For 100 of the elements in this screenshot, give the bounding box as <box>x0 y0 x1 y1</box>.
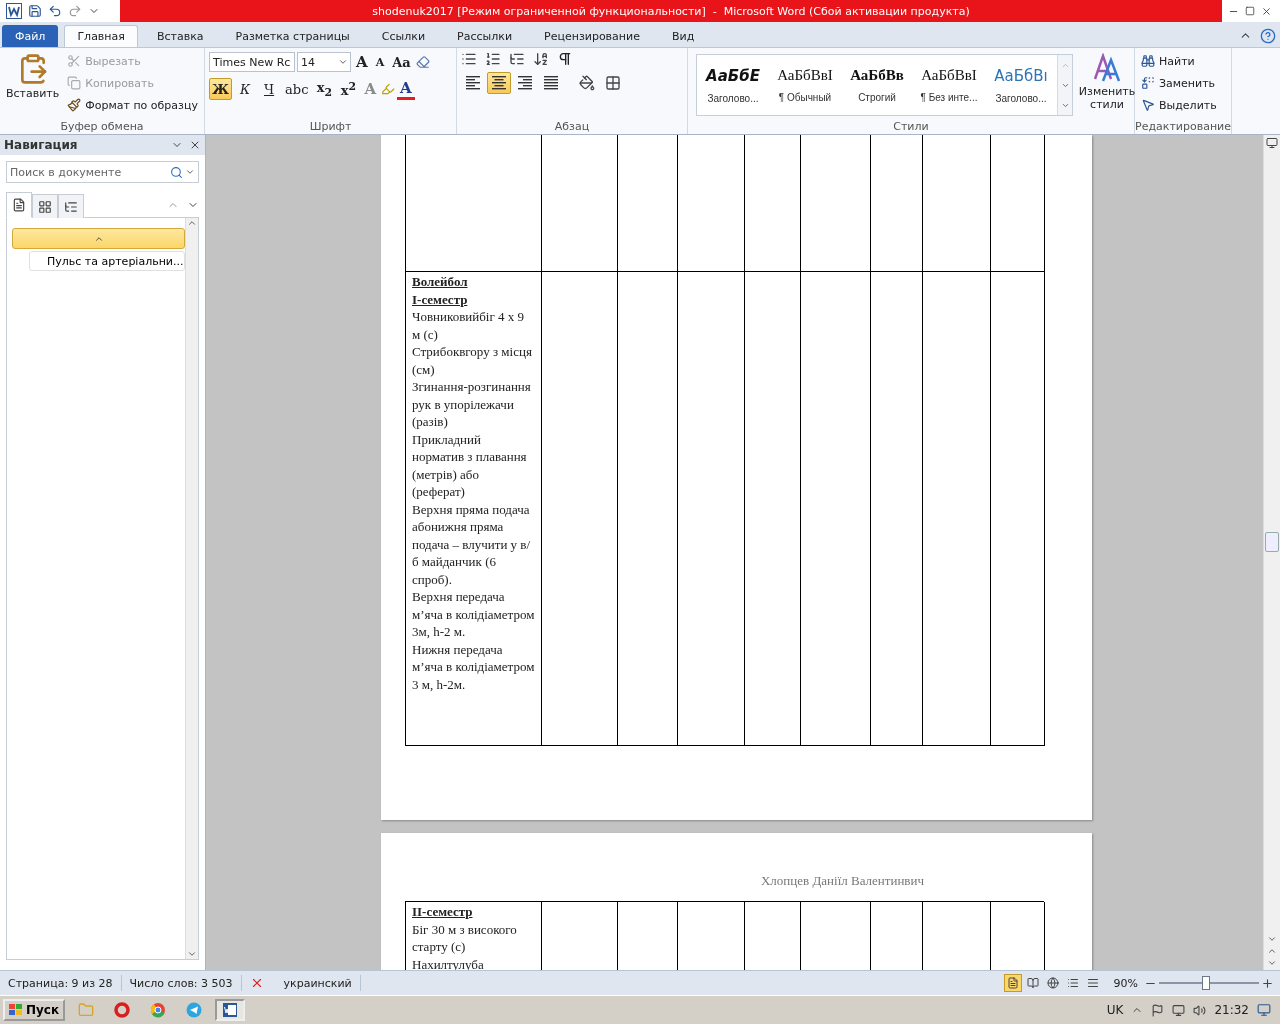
close-icon[interactable] <box>1261 5 1272 17</box>
font-name-field[interactable]: Times New Rc <box>209 52 295 72</box>
ribbon-tab[interactable]: Вид <box>658 25 708 47</box>
align-icon <box>491 76 507 90</box>
shrink-font-button[interactable]: A <box>372 51 388 73</box>
zoom-level[interactable]: 90% <box>1113 976 1138 990</box>
style-item[interactable]: АаБбЕ Заголово... <box>697 55 769 115</box>
cell-text: Волейбол <box>412 273 469 291</box>
search-input[interactable]: Поиск в документе <box>10 165 160 179</box>
document-icon <box>12 198 26 212</box>
style-item[interactable]: АаБбВвІ ¶ Без инте... <box>913 55 985 115</box>
align-icon <box>517 76 533 90</box>
align-center-button[interactable] <box>487 72 511 94</box>
taskbar-app[interactable] <box>215 999 246 1021</box>
group-label: Стили <box>893 120 929 134</box>
cell-text: І-семестр <box>412 290 469 308</box>
ribbon-tab[interactable]: Ссылки <box>368 25 439 47</box>
window-title: shodenuk2017 [Режим ограниченной функциональности] - Microsoft Word (Сбой активации продукта) <box>372 4 970 18</box>
align-icon <box>543 76 559 90</box>
font-size-field[interactable]: 14 <box>297 52 351 72</box>
numbering-icon[interactable] <box>485 51 501 67</box>
editing-button[interactable]: Выделить <box>1139 95 1219 115</box>
ribbon-tab[interactable]: Файл <box>2 25 59 47</box>
ribbon-tab[interactable]: Рассылки <box>444 25 526 47</box>
cell-text: Біг 30 м з високого старту (с) <box>412 920 518 956</box>
volume-icon[interactable] <box>1193 1003 1207 1017</box>
zoom-in-icon[interactable] <box>1261 976 1274 990</box>
bullets-icon[interactable] <box>461 51 477 67</box>
style-item[interactable]: АаБбВı Заголово... <box>985 55 1057 115</box>
save-icon[interactable] <box>28 4 42 18</box>
paintbrush-icon <box>67 98 82 112</box>
view-tab[interactable] <box>58 194 84 218</box>
scissors-icon <box>67 54 82 68</box>
ribbon-tab[interactable]: Разметка страницы <box>222 25 363 47</box>
ribbon-tab[interactable]: Рецензирование <box>531 25 653 47</box>
cell-text: Згинання-розгинання рук в упорілежачи (разів) <box>412 378 532 431</box>
font-color-button[interactable]: A <box>397 78 415 100</box>
editing-button[interactable]: Заменить <box>1139 73 1219 93</box>
letters-a-icon <box>1092 53 1122 83</box>
scroll-down-icon[interactable] <box>187 949 197 959</box>
view-button[interactable] <box>1003 974 1022 992</box>
restore-icon[interactable] <box>1245 5 1255 16</box>
ribbon-tab[interactable]: Главная <box>64 25 138 47</box>
redo-icon[interactable] <box>68 4 82 18</box>
search-field[interactable]: Поиск в документе <box>6 161 199 183</box>
format-button[interactable]: x$^{2}$ <box>337 78 360 100</box>
undo-icon[interactable] <box>48 4 62 18</box>
view-icon <box>1086 977 1099 989</box>
format-button[interactable]: Ч <box>258 78 281 100</box>
copy-icon <box>67 76 82 90</box>
language-label[interactable]: украинский <box>283 976 352 990</box>
list-icon <box>64 199 78 214</box>
desktop-icon[interactable] <box>1257 1003 1271 1017</box>
change-styles-button[interactable]: Изменить стили <box>1077 51 1137 120</box>
next-page-icon[interactable] <box>1267 958 1277 968</box>
clock[interactable]: 21:32 <box>1214 1003 1249 1017</box>
format-button[interactable]: К <box>234 78 257 100</box>
page-count[interactable]: Страница: 9 из 28 <box>0 975 122 991</box>
paint-bucket-icon[interactable] <box>579 75 595 91</box>
help-icon[interactable] <box>1260 28 1276 44</box>
format-button[interactable]: x$_{2}$ <box>313 78 336 100</box>
group-label: Буфер обмена <box>60 120 144 134</box>
align-icon <box>465 76 481 90</box>
keyboard-language[interactable]: UK <box>1106 1003 1124 1017</box>
paste-button[interactable]: Вставить <box>4 51 62 120</box>
slider-thumb[interactable] <box>1202 976 1210 990</box>
cell-text: Верхня пряма подача абонижня пряма подача – влучити у в/б майданчик (6 спроб). <box>412 500 532 588</box>
previous-page-icon[interactable] <box>1267 946 1277 956</box>
heading-item[interactable]: Пульс та артеріальни... <box>29 251 185 271</box>
eraser-icon[interactable] <box>415 55 430 69</box>
grow-font-button[interactable]: A <box>353 51 371 73</box>
ribbon-tab[interactable]: Вставка <box>143 25 217 47</box>
change-case-button[interactable]: Aa <box>389 51 414 73</box>
format-button[interactable]: Ж <box>209 78 233 100</box>
view-tab[interactable] <box>32 194 58 218</box>
flag-icon[interactable] <box>1151 1003 1165 1017</box>
cell-text: Прикладний норматив з плавання (метрів) або (реферат) <box>412 430 528 501</box>
multilevel-list-icon[interactable] <box>509 51 525 67</box>
scroll-down-icon[interactable] <box>1267 934 1277 944</box>
word-count[interactable]: Число слов: 3 503 <box>121 975 242 991</box>
start-button[interactable]: Пуск <box>3 999 66 1021</box>
editing-button[interactable]: Найти <box>1139 51 1219 71</box>
close-icon[interactable] <box>189 139 201 151</box>
borders-icon[interactable] <box>605 75 621 91</box>
style-item[interactable]: АаБбВвІ ¶ Обычный <box>769 55 841 115</box>
circle-logo-icon <box>150 1002 167 1018</box>
style-item[interactable]: АаБбВв Строгий <box>841 55 913 115</box>
paper-plane-icon <box>186 1002 203 1018</box>
cell-text: Човниковийбіг 4 х 9 м (с) <box>412 308 526 343</box>
scroll-up-icon[interactable] <box>187 218 197 228</box>
pilcrow-icon[interactable] <box>557 51 573 67</box>
view-tab[interactable] <box>6 192 32 218</box>
clipboard-action[interactable]: Формат по образцу <box>65 95 200 115</box>
scroll-thumb[interactable] <box>1265 531 1279 552</box>
binoculars-icon <box>1141 54 1155 68</box>
cell-text: ІІ-семестр <box>412 903 474 921</box>
view-icon <box>1066 977 1079 989</box>
format-button[interactable]: abc <box>282 78 312 100</box>
pointer-icon <box>1141 98 1155 112</box>
sort-icon[interactable] <box>533 51 549 67</box>
